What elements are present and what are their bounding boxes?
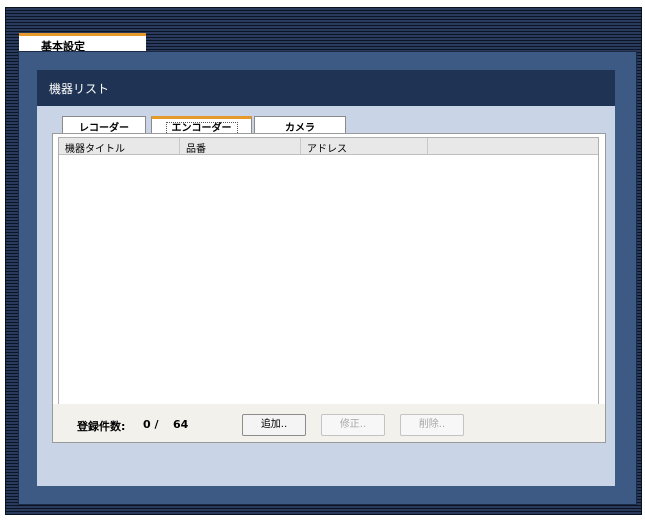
column-header-address[interactable]: アドレス	[301, 138, 428, 155]
delete-button[interactable]: 削除..	[400, 414, 464, 436]
registered-count-max: 64	[173, 418, 189, 431]
registered-count-label: 登録件数:	[77, 420, 126, 433]
tab-recorder[interactable]: レコーダー	[62, 116, 146, 134]
table-header: 機器タイトル 品番 アドレス	[59, 138, 598, 155]
tab-basic-settings[interactable]: 基本設定	[19, 33, 146, 53]
column-header-device-title[interactable]: 機器タイトル	[59, 138, 180, 155]
tab-camera[interactable]: カメラ	[254, 116, 346, 134]
registered-count-value: 0 /	[143, 418, 159, 431]
section-title: 機器リスト	[37, 70, 615, 106]
device-table[interactable]: 機器タイトル 品番 アドレス	[58, 137, 599, 405]
edit-button[interactable]: 修正..	[321, 414, 385, 436]
column-header-blank	[428, 138, 598, 154]
tab-encoder[interactable]: エンコーダー	[151, 116, 252, 135]
column-header-model-number[interactable]: 品番	[180, 138, 301, 155]
add-button[interactable]: 追加..	[242, 414, 306, 436]
